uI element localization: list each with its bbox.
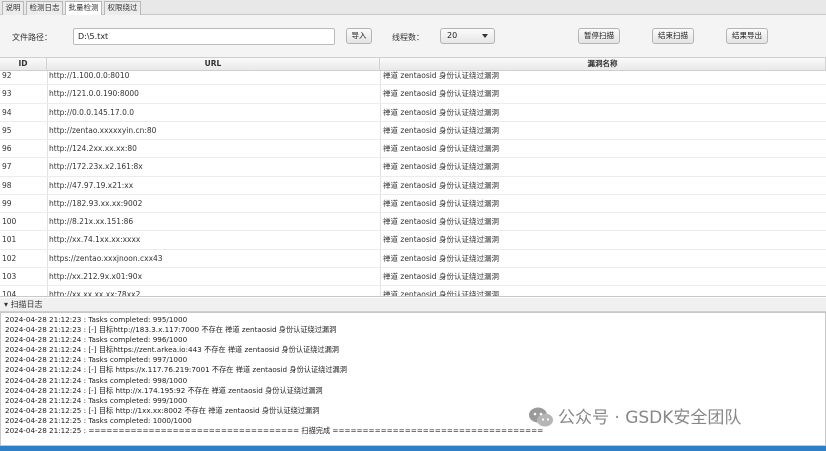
table-row[interactable]: 98 http://47.97.19.x21:xx 禅道 zentaosid 身份认… xyxy=(0,177,826,195)
status-bar xyxy=(0,446,826,451)
collapse-arrow-icon[interactable]: ▾ xyxy=(4,300,8,309)
row-vuln-name-cell: 禅道 zentaosid 身份认证绕过漏洞 xyxy=(383,253,499,263)
table-row[interactable]: 102 https://zentao.xxxjnoon.cxx43 禅道 zenta… xyxy=(0,250,826,268)
watermark-text: 公众号 · GSDK安全团队 xyxy=(558,408,742,428)
log-line: 2024-04-28 21:12:24 : Tasks completed: 9… xyxy=(5,355,188,365)
tab-detection-log[interactable]: 检测日志 xyxy=(26,1,63,15)
tab-permission-bypass[interactable]: 权限绕过 xyxy=(104,1,141,15)
row-id-cell: 98 xyxy=(2,180,12,190)
tab-batch-detection[interactable]: 批量检测 xyxy=(65,1,102,16)
file-path-label: 文件路径： xyxy=(12,33,52,42)
log-line: 2024-04-28 21:12:24 : Tasks completed: 9… xyxy=(5,375,188,385)
row-vuln-name-cell: 禅道 zentaosid 身份认证绕过漏洞 xyxy=(383,162,499,172)
log-panel-header[interactable]: ▾ 扫描日志 xyxy=(0,298,826,312)
table-row[interactable]: 96 http://124.2xx.xx.xx:80 禅道 zentaosid 身份… xyxy=(0,140,826,159)
threads-select[interactable]: 20 xyxy=(440,28,495,44)
row-url-cell: http://zentao.xxxxxyin.cn:80 xyxy=(49,125,157,135)
row-vuln-name-cell: 禅道 zentaosid 身份认证绕过漏洞 xyxy=(383,89,499,99)
table-row[interactable]: 95 http://zentao.xxxxxyin.cn:80 禅道 zentaos… xyxy=(0,122,826,140)
row-id-cell: 99 xyxy=(2,198,12,208)
import-button[interactable]: 导入 xyxy=(346,28,372,44)
table-row[interactable]: 93 http://121.0.0.190:8000 禅道 zentaosid 身份… xyxy=(0,85,826,104)
results-table[interactable]: 92 http://1.100.0.0:8010 禅道 zentaosid 身份认证… xyxy=(0,57,826,297)
log-line: 2024-04-28 21:12:24 : [-] 目标 http://x.17… xyxy=(5,385,323,395)
row-url-cell: http://xx.74.1xx.xx:xxxx xyxy=(49,235,141,245)
row-url-cell: http://xx.xx.xx.xx:78xx2 xyxy=(49,290,141,297)
threads-value: 20 xyxy=(447,31,458,40)
file-path-input[interactable] xyxy=(73,28,335,45)
row-url-cell: http://8.21x.xx.151:86 xyxy=(49,217,134,226)
export-results-button[interactable]: 结果导出 xyxy=(726,28,768,44)
toolbar: 文件路径： 导入 线程数： 20 暂停扫描 结束扫描 结果导出 xyxy=(0,15,826,57)
log-line: 2024-04-28 21:12:24 : [-] 目标https://zent… xyxy=(5,345,339,355)
table-row[interactable]: 99 http://182.93.xx.xx:9002 禅道 zentaosid 身… xyxy=(0,195,826,213)
row-url-cell: http://182.93.xx.xx:9002 xyxy=(49,198,143,208)
row-url-cell: http://xx.212.9x.x01:90x xyxy=(49,271,143,281)
column-header-id[interactable]: ID xyxy=(0,58,47,71)
row-id-cell: 97 xyxy=(2,162,12,172)
table-row[interactable]: 104 http://xx.xx.xx.xx:78xx2 禅道 zentaosid … xyxy=(0,286,826,297)
log-line: 2024-04-28 21:12:23 : Tasks completed: 9… xyxy=(5,315,188,324)
row-url-cell: http://121.0.0.190:8000 xyxy=(49,89,139,99)
table-row[interactable]: 103 http://xx.212.9x.x01:90x 禅道 zentaosid … xyxy=(0,268,826,286)
column-header-url[interactable]: URL xyxy=(47,58,380,71)
row-id-cell: 104 xyxy=(2,290,17,297)
pause-scan-button[interactable]: 暂停扫描 xyxy=(578,28,620,44)
log-panel-title: 扫描日志 xyxy=(10,300,43,309)
row-url-cell: http://47.97.19.x21:xx xyxy=(49,180,134,190)
row-id-cell: 96 xyxy=(2,144,12,153)
row-vuln-name-cell: 禅道 zentaosid 身份认证绕过漏洞 xyxy=(383,180,499,190)
table-row[interactable]: 94 http://0.0.0.145.17.0.0 禅道 zentaosid 身份… xyxy=(0,104,826,122)
row-vuln-name-cell: 禅道 zentaosid 身份认证绕过漏洞 xyxy=(383,125,499,135)
row-url-cell: http://124.2xx.xx.xx:80 xyxy=(49,144,137,153)
table-row[interactable]: 100 http://8.21x.xx.151:86 禅道 zentaosid 身份… xyxy=(0,213,826,232)
log-line: 2024-04-28 21:12:24 : Tasks completed: 9… xyxy=(5,335,188,345)
row-vuln-name-cell: 禅道 zentaosid 身份认证绕过漏洞 xyxy=(383,198,499,208)
log-line: 2024-04-28 21:12:24 : [-] 目标 https://x.1… xyxy=(5,365,347,375)
row-id-cell: 101 xyxy=(2,235,17,245)
threads-label: 线程数： xyxy=(392,33,424,42)
row-url-cell: http://172.23x.x2.161:8x xyxy=(49,162,143,172)
row-url-cell: http://0.0.0.145.17.0.0 xyxy=(49,107,134,117)
column-header-vuln-name[interactable]: 漏洞名称 xyxy=(380,58,826,71)
chevron-down-icon xyxy=(482,34,488,38)
row-id-cell: 102 xyxy=(2,253,17,263)
row-id-cell: 95 xyxy=(2,125,12,135)
table-row[interactable]: 97 http://172.23x.x2.161:8x 禅道 zentaosid 身… xyxy=(0,158,826,177)
row-id-cell: 100 xyxy=(2,217,17,226)
row-vuln-name-cell: 禅道 zentaosid 身份认证绕过漏洞 xyxy=(383,217,499,226)
row-id-cell: 93 xyxy=(2,89,12,99)
tab-description[interactable]: 说明 xyxy=(2,1,24,15)
stop-scan-button[interactable]: 结束扫描 xyxy=(652,28,694,44)
row-vuln-name-cell: 禅道 zentaosid 身份认证绕过漏洞 xyxy=(383,271,499,281)
log-line: 2024-04-28 21:12:23 : [-] 目标http://183.3… xyxy=(5,325,337,335)
row-url-cell: https://zentao.xxxjnoon.cxx43 xyxy=(49,253,163,263)
row-id-cell: 94 xyxy=(2,107,12,117)
wechat-icon xyxy=(529,407,553,427)
row-vuln-name-cell: 禅道 zentaosid 身份认证绕过漏洞 xyxy=(383,235,499,245)
row-vuln-name-cell: 禅道 zentaosid 身份认证绕过漏洞 xyxy=(383,107,499,117)
table-body: 92 http://1.100.0.0:8010 禅道 zentaosid 身份认证… xyxy=(0,67,826,297)
tab-bar: 说明 检测日志 批量检测 权限绕过 xyxy=(0,0,826,16)
row-vuln-name-cell: 禅道 zentaosid 身份认证绕过漏洞 xyxy=(383,290,499,297)
row-vuln-name-cell: 禅道 zentaosid 身份认证绕过漏洞 xyxy=(383,144,499,153)
row-id-cell: 103 xyxy=(2,271,17,281)
table-header: ID URL 漏洞名称 xyxy=(0,58,826,71)
table-row[interactable]: 101 http://xx.74.1xx.xx:xxxx 禅道 zentaosid … xyxy=(0,231,826,250)
